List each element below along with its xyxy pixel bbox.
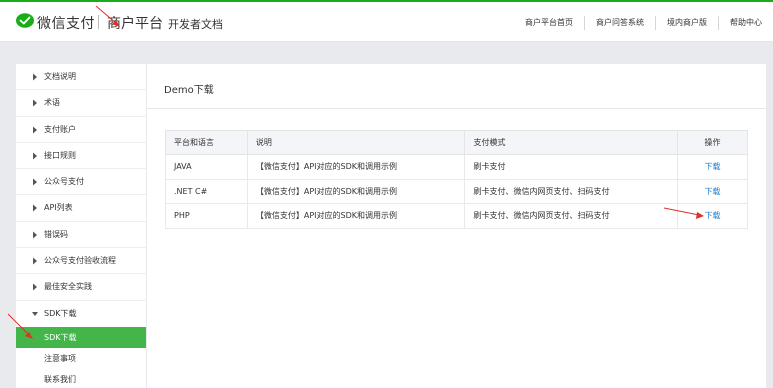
cell-pay-mode: 刷卡支付 bbox=[464, 154, 679, 180]
caret-right-icon bbox=[33, 257, 37, 265]
wechat-pay-logo-icon bbox=[16, 13, 34, 28]
cell-action: 下载 bbox=[677, 178, 748, 204]
sidebar-item-label: 公众号支付验收流程 bbox=[44, 256, 116, 266]
sidebar-item-pay-account[interactable]: 支付账户 bbox=[16, 117, 146, 143]
main-content: Demo下载 平台和语言 说明 支付模式 操作 JAVA 【微信支付】API对应… bbox=[147, 64, 766, 388]
top-header: 微信支付 商户平台 开发者文档 商户平台首页 商户问答系统 境内商户版 帮助中心 bbox=[0, 0, 773, 42]
sidebar-item-acceptance-flow[interactable]: 公众号支付验收流程 bbox=[16, 248, 146, 275]
sidebar-item-error-codes[interactable]: 错误码 bbox=[16, 222, 146, 249]
cell-description: 【微信支付】API对应的SDK和调用示例 bbox=[246, 203, 466, 229]
caret-right-icon bbox=[33, 204, 37, 212]
table-row: PHP 【微信支付】API对应的SDK和调用示例 刷卡支付、微信内网页支付、扫码… bbox=[165, 203, 748, 229]
main-header: Demo下载 bbox=[147, 64, 766, 109]
sidebar-item-official-account-pay[interactable]: 公众号支付 bbox=[16, 169, 146, 196]
col-header-platform: 平台和语言 bbox=[165, 130, 248, 155]
download-link-php[interactable]: 下载 bbox=[705, 211, 721, 220]
merchant-platform-title[interactable]: 商户平台 bbox=[107, 13, 163, 33]
sidebar-item-api-rules[interactable]: 接口规则 bbox=[16, 143, 146, 170]
sidebar-item-api-list[interactable]: API列表 bbox=[16, 195, 146, 222]
nav-domestic-merchant[interactable]: 境内商户版 bbox=[655, 16, 718, 30]
caret-right-icon bbox=[33, 178, 37, 186]
sidebar: 文档说明 术语 支付账户 接口规则 公众号支付 API列表 错误码 公众号支付验… bbox=[16, 64, 146, 388]
cell-description: 【微信支付】API对应的SDK和调用示例 bbox=[246, 154, 466, 180]
cell-platform: PHP bbox=[165, 203, 248, 229]
developer-docs-label: 开发者文档 bbox=[168, 18, 223, 31]
sidebar-item-label: 错误码 bbox=[44, 229, 68, 239]
caret-right-icon bbox=[33, 73, 37, 81]
page-title: Demo下载 bbox=[164, 85, 214, 96]
brand-name[interactable]: 微信支付 bbox=[37, 13, 95, 33]
demo-table-container: 平台和语言 说明 支付模式 操作 JAVA 【微信支付】API对应的SDK和调用… bbox=[165, 130, 748, 229]
download-link-java[interactable]: 下载 bbox=[705, 162, 721, 171]
demo-download-table: 平台和语言 说明 支付模式 操作 JAVA 【微信支付】API对应的SDK和调用… bbox=[165, 130, 748, 229]
sidebar-item-label: API列表 bbox=[44, 203, 73, 213]
sidebar-item-doc-intro[interactable]: 文档说明 bbox=[16, 64, 146, 91]
cell-action: 下载 bbox=[677, 203, 748, 229]
sidebar-item-label: 文档说明 bbox=[44, 72, 76, 81]
caret-right-icon bbox=[33, 152, 37, 160]
sidebar-item-label: 最佳安全实践 bbox=[44, 282, 92, 292]
caret-right-icon bbox=[33, 283, 37, 291]
table-header-row: 平台和语言 说明 支付模式 操作 bbox=[165, 130, 748, 155]
sidebar-item-label: 接口规则 bbox=[44, 150, 76, 160]
sidebar-item-label: 公众号支付 bbox=[44, 177, 84, 187]
sidebar-item-label: SDK下载 bbox=[44, 308, 77, 318]
col-header-action: 操作 bbox=[677, 130, 748, 155]
sidebar-item-label: 支付账户 bbox=[44, 124, 76, 134]
sidebar-subitem-sdk-download[interactable]: SDK下载 bbox=[16, 326, 146, 348]
brand-divider bbox=[98, 15, 99, 29]
sidebar-subitem-notes[interactable]: 注意事项 bbox=[16, 348, 146, 369]
sidebar-item-label: 术语 bbox=[44, 98, 60, 108]
sidebar-item-sdk-download[interactable]: SDK下载 bbox=[16, 300, 146, 327]
cell-platform: JAVA bbox=[165, 154, 248, 180]
cell-description: 【微信支付】API对应的SDK和调用示例 bbox=[246, 178, 466, 204]
table-row: .NET C# 【微信支付】API对应的SDK和调用示例 刷卡支付、微信内网页支… bbox=[165, 178, 748, 204]
download-link-dotnet[interactable]: 下载 bbox=[705, 187, 721, 196]
col-header-description: 说明 bbox=[246, 130, 466, 155]
sidebar-subitem-contact-us[interactable]: 联系我们 bbox=[16, 369, 146, 388]
nav-merchant-qa[interactable]: 商户问答系统 bbox=[584, 16, 655, 30]
cell-action: 下载 bbox=[677, 154, 748, 180]
cell-pay-mode: 刷卡支付、微信内网页支付、扫码支付 bbox=[464, 178, 679, 204]
top-nav: 商户平台首页 商户问答系统 境内商户版 帮助中心 bbox=[514, 16, 773, 30]
col-header-pay-mode: 支付模式 bbox=[464, 130, 679, 155]
cell-platform: .NET C# bbox=[165, 178, 248, 204]
sidebar-item-terms[interactable]: 术语 bbox=[16, 90, 146, 117]
caret-down-icon bbox=[32, 311, 38, 316]
cell-pay-mode: 刷卡支付、微信内网页支付、扫码支付 bbox=[464, 203, 679, 229]
caret-right-icon bbox=[33, 231, 37, 239]
nav-merchant-home[interactable]: 商户平台首页 bbox=[514, 16, 584, 30]
nav-help-center[interactable]: 帮助中心 bbox=[718, 16, 773, 30]
table-row: JAVA 【微信支付】API对应的SDK和调用示例 刷卡支付 下载 bbox=[165, 154, 748, 180]
sidebar-item-security-practice[interactable]: 最佳安全实践 bbox=[16, 274, 146, 301]
caret-right-icon bbox=[33, 126, 37, 134]
caret-right-icon bbox=[33, 99, 37, 107]
